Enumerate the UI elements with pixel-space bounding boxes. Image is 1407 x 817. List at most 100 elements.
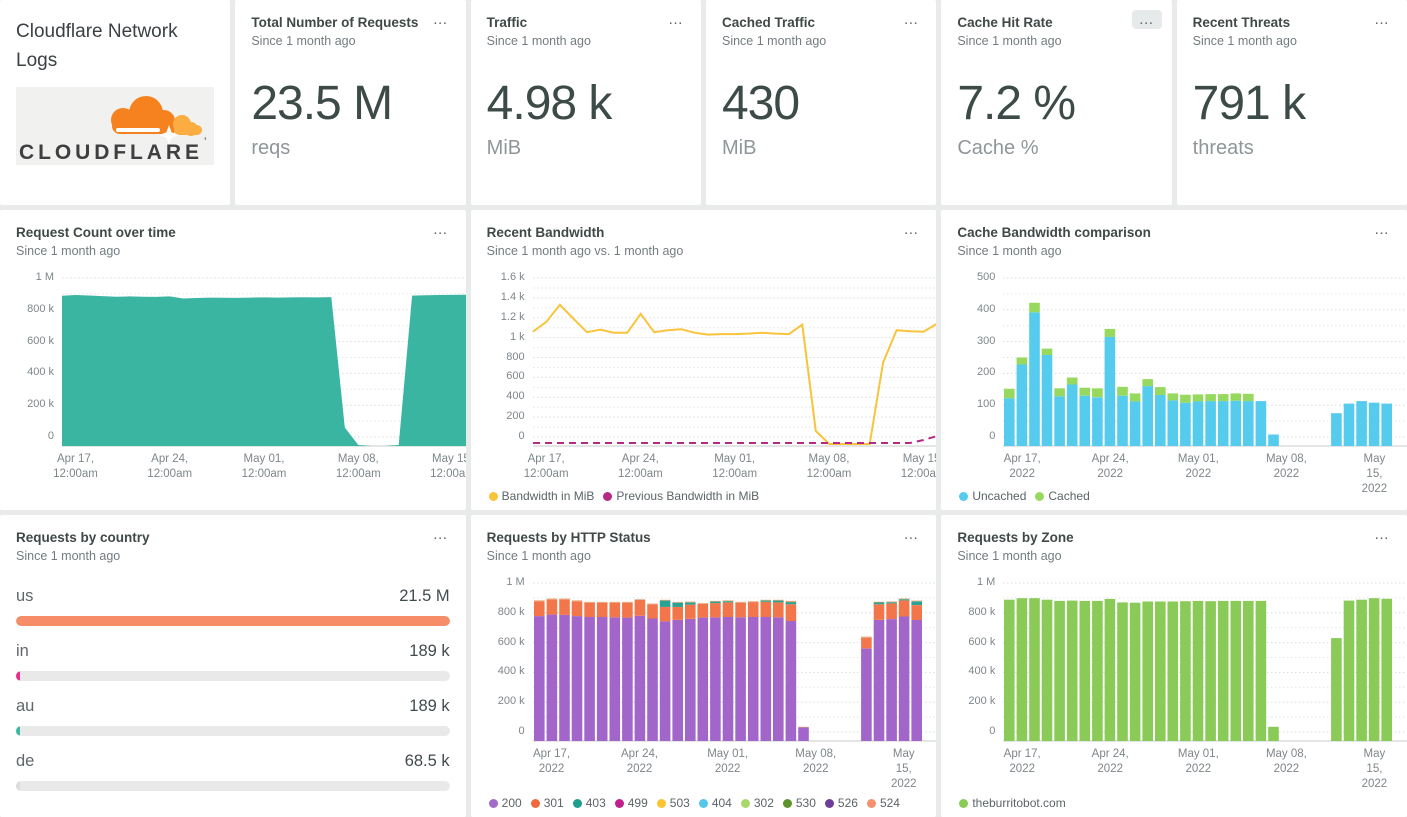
x-axis-tick: May 01, 2022 — [707, 748, 749, 775]
panel-subtitle: Since 1 month ago — [721, 33, 827, 48]
y-axis-label: 0 — [989, 430, 996, 442]
stat-value: 4.98 k — [486, 76, 613, 130]
x-axis-tick: May 01, 12:00am — [241, 453, 287, 480]
legend-item[interactable]: Cached — [1035, 489, 1090, 503]
legend-label: theburritobot.com — [972, 796, 1066, 810]
legend-item[interactable]: 200 — [488, 796, 522, 810]
legend-label: 403 — [585, 796, 606, 810]
y-axis-label: 300 — [976, 334, 996, 347]
y-axis-label: 600 k — [27, 334, 54, 347]
country-code: de — [16, 752, 35, 770]
x-axis-tick: Apr 17, 2022 — [533, 748, 571, 775]
http-status-chart[interactable]: 1 M 800 k 600 k 400 k 200 k 0 Apr 17, 2022 Apr … — [487, 576, 937, 790]
legend-dot-icon — [782, 798, 792, 808]
country-bar-track — [16, 726, 450, 736]
stat-value: 791 k — [1192, 76, 1306, 130]
panel-menu-button[interactable]: … — [426, 525, 456, 544]
legend-item[interactable]: 404 — [698, 796, 732, 810]
request-count-chart[interactable]: 1 M 800 k 600 k 400 k 200 k 0 Apr 17, 12:00am A… — [16, 271, 466, 480]
legend-dot-icon — [614, 798, 624, 808]
legend-item[interactable]: 526 — [824, 796, 858, 810]
country-value: 189 k — [409, 642, 450, 660]
legend-item[interactable]: 301 — [530, 796, 564, 810]
panel-menu-button[interactable]: … — [426, 220, 456, 239]
panel-menu-button[interactable]: … — [1367, 10, 1397, 29]
country-row[interactable]: in 189 k — [16, 636, 450, 691]
dashboard-grid: Cloudflare Network Logs CLOUDFLARE ’ Tot… — [0, 0, 1407, 817]
country-bar — [16, 671, 21, 681]
legend-dot-icon — [959, 798, 969, 808]
panel-title: Cache Hit Rate — [957, 15, 1053, 30]
y-axis-label: 800 k — [497, 605, 525, 618]
y-axis-label: 0 — [989, 725, 996, 737]
legend-item[interactable]: 403 — [572, 796, 606, 810]
stat-unit: Cache % — [957, 136, 1039, 159]
country-row[interactable]: de 68.5 k — [16, 746, 450, 801]
panel-subtitle: Since 1 month ago — [957, 243, 1062, 258]
y-axis-label: 1.4 k — [500, 290, 525, 303]
y-axis-label: 100 — [976, 398, 996, 411]
panel-title: Total Number of Requests — [251, 15, 419, 30]
y-axis-label: 400 k — [27, 366, 54, 379]
x-axis-tick: May 15, 2022 — [1361, 453, 1388, 495]
country-list: us 21.5 M in 189 k au 189 k de 68.5 k — [16, 581, 450, 801]
panel-subtitle: Since 1 month ago — [957, 548, 1062, 563]
panel-subtitle: Since 1 month ago — [16, 243, 121, 258]
legend-item[interactable]: 524 — [866, 796, 900, 810]
legend-item[interactable]: 499 — [614, 796, 648, 810]
legend-item[interactable]: 530 — [782, 796, 816, 810]
panel-recent-threats: Recent Threats Since 1 month ago … 791 k… — [1176, 0, 1407, 205]
x-axis-tick: May 08, 2022 — [1265, 748, 1307, 775]
panel-subtitle: Since 1 month ago — [486, 33, 591, 48]
panel-subtitle: Since 1 month ago — [16, 548, 121, 563]
panel-menu-button[interactable]: … — [1367, 525, 1397, 544]
panel-menu-button[interactable]: … — [896, 10, 926, 29]
stat-value: 7.2 % — [957, 76, 1076, 130]
country-row[interactable]: au 189 k — [16, 691, 450, 746]
panel-requests-by-country: Requests by country Since 1 month ago … … — [0, 515, 466, 817]
y-axis-label: 1 M — [35, 271, 54, 283]
legend-item[interactable]: 302 — [740, 796, 774, 810]
y-axis-label: 0 — [518, 430, 525, 442]
panel-menu-button[interactable]: … — [1367, 220, 1397, 239]
panel-menu-button[interactable]: … — [661, 10, 691, 29]
cache-bandwidth-chart[interactable]: 500 400 300 200 100 0 Apr 17, 2022 Apr 24, 2022… — [957, 271, 1407, 495]
panel-menu-button[interactable]: … — [896, 525, 926, 544]
country-code: au — [16, 697, 35, 715]
country-value: 21.5 M — [399, 587, 450, 605]
panel-traffic: Traffic Since 1 month ago … 4.98 k MiB — [470, 0, 701, 205]
legend-dot-icon — [866, 798, 876, 808]
country-bar — [16, 726, 21, 736]
y-axis-label: 600 k — [497, 635, 525, 648]
legend-label: 404 — [711, 796, 732, 810]
legend-label: 530 — [795, 796, 816, 810]
country-row[interactable]: us 21.5 M — [16, 581, 450, 636]
country-bar-track — [16, 781, 450, 791]
legend-item[interactable]: Previous Bandwidth in MiB — [603, 489, 759, 503]
country-value: 68.5 k — [404, 752, 450, 770]
legend-label: Bandwidth in MiB — [501, 489, 595, 503]
legend-item[interactable]: Uncached — [959, 489, 1026, 503]
chart-legend: Uncached Cached — [959, 489, 1090, 503]
chart-legend: theburritobot.com — [959, 796, 1066, 810]
panel-menu-button[interactable]: … — [896, 220, 926, 239]
panel-menu-button[interactable]: … — [426, 10, 456, 29]
y-axis-label: 500 — [976, 271, 996, 283]
panel-menu-button[interactable]: … — [1131, 10, 1162, 29]
legend-label: Previous Bandwidth in MiB — [616, 489, 760, 503]
panel-requests-by-http-status: Requests by HTTP Status Since 1 month ag… — [470, 515, 937, 817]
recent-bandwidth-chart[interactable]: 1.6 k 1.4 k 1.2 k 1 k 800 600 400 200 0 Apr 17, 1… — [487, 271, 937, 480]
legend-item[interactable]: 503 — [656, 796, 690, 810]
y-axis-label: 200 k — [27, 398, 54, 411]
legend-item[interactable]: theburritobot.com — [959, 796, 1066, 810]
legend-label: 503 — [669, 796, 690, 810]
legend-item[interactable]: Bandwidth in MiB — [488, 489, 595, 503]
x-axis-tick: May 15, 2022 — [890, 748, 917, 790]
legend-dot-icon — [959, 491, 969, 501]
y-axis-label: 400 — [506, 390, 525, 403]
zone-chart[interactable]: 1 M 800 k 600 k 400 k 200 k 0 Apr 17, 2022 Apr … — [957, 576, 1407, 790]
legend-label: 524 — [879, 796, 900, 810]
x-axis-tick: May 08, 12:00am — [806, 453, 852, 480]
country-label-row: us 21.5 M — [16, 581, 450, 606]
stat-unit: threats — [1192, 136, 1254, 159]
